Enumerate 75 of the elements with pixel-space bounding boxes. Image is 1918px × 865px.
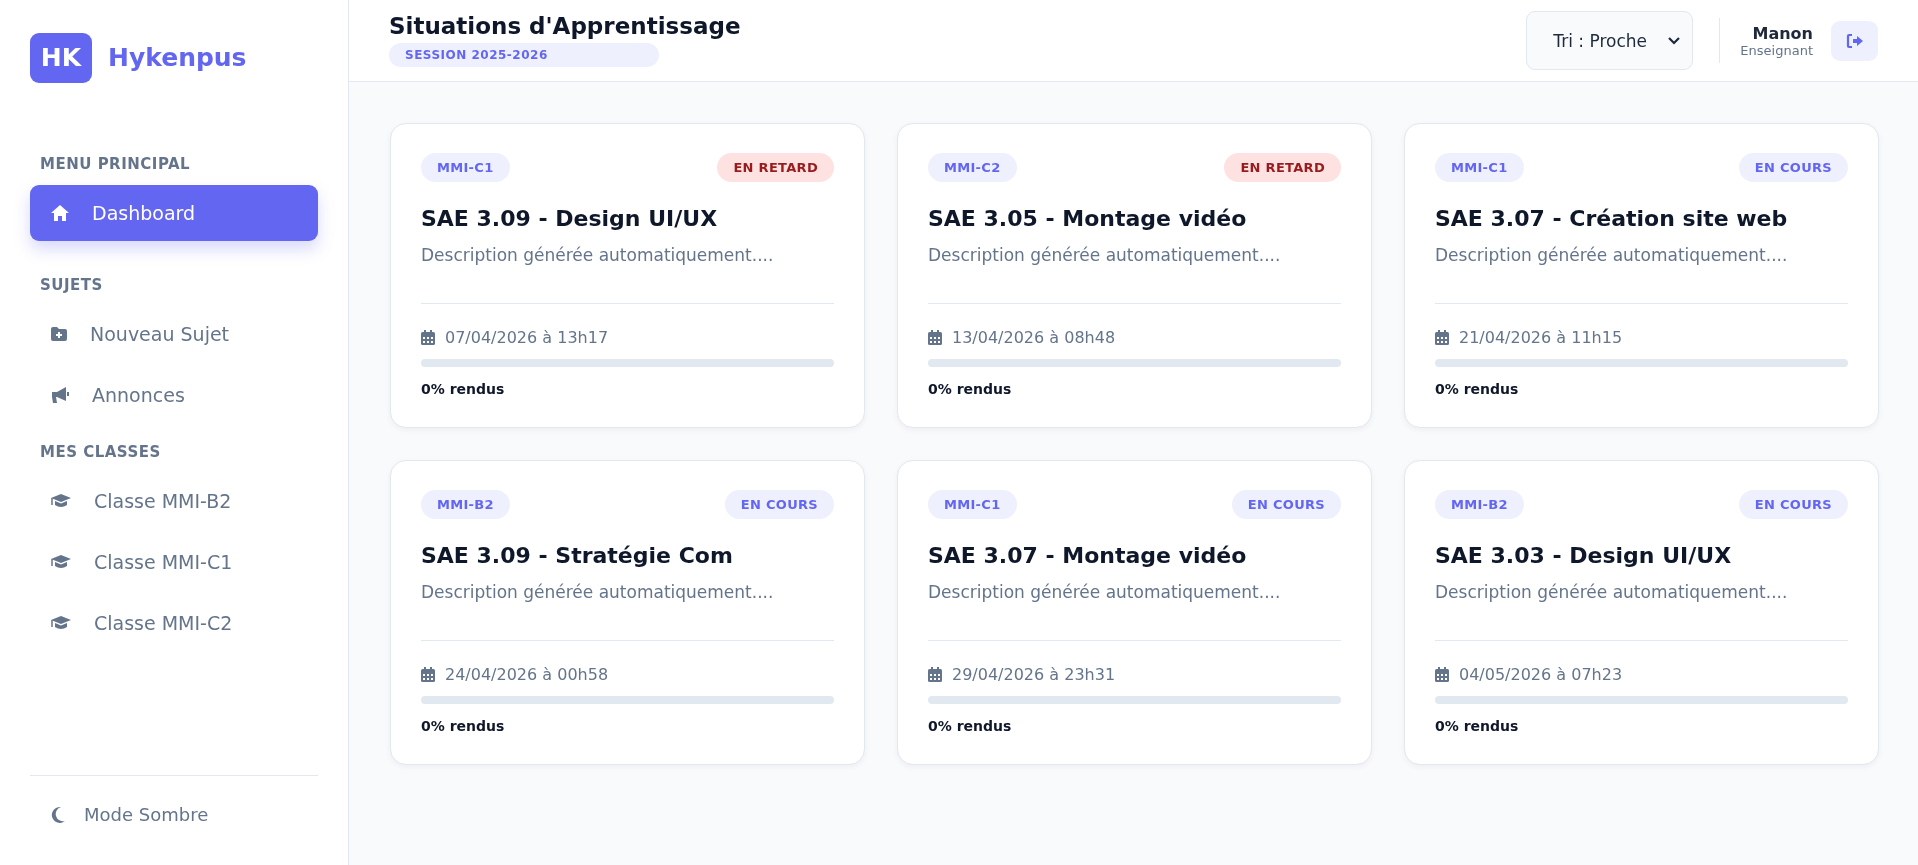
class-badge: MMI-B2 [421,490,510,519]
card-title: SAE 3.03 - Design UI/UX [1435,543,1733,568]
card-description: Description générée automatiquement.... [421,582,775,602]
home-icon [50,204,70,222]
submission-rate: 0% rendus [928,718,1013,734]
section-heading: MENU PRINCIPAL [40,155,192,173]
card-title: SAE 3.07 - Montage vidéo [928,543,1248,568]
section-heading: MES CLASSES [40,443,162,461]
assignment-card[interactable]: MMI-C1 EN COURS SAE 3.07 - Montage vidéo Description générée automatiquement.... 29/04/2026 à 23h31 0% rendus [897,460,1372,765]
submission-rate: 0% rendus [928,381,1013,397]
calendar-icon [1435,667,1449,682]
card-description: Description générée automatiquement.... [1435,245,1789,265]
due-date: 04/05/2026 à 07h23 [1459,665,1623,684]
card-description: Description générée automatiquement.... [928,245,1282,265]
due-date: 13/04/2026 à 08h48 [952,328,1116,347]
submission-rate: 0% rendus [421,718,506,734]
logout-button[interactable] [1831,20,1878,61]
status-badge: EN COURS [724,490,834,519]
dark-mode-toggle[interactable]: Mode Sombre [30,775,318,865]
class-badge: MMI-B2 [1435,490,1524,519]
nav-item[interactable]: Nouveau Sujet [30,306,318,362]
card-description: Description générée automatiquement.... [928,582,1282,602]
class-badge: MMI-C2 [928,153,1017,182]
nav-item[interactable]: Dashboard [30,185,318,241]
moon-icon [50,805,66,824]
user-name: Manon [1752,23,1813,43]
page-title: Situations d'Apprentissage [389,12,741,39]
graduation-cap-icon [50,615,72,631]
status-badge: EN RETARD [1224,153,1341,182]
card-description: Description générée automatiquement.... [1435,582,1789,602]
megaphone-icon [50,386,70,404]
nav-item[interactable]: Classe MMI-C2 [30,595,318,651]
calendar-icon [421,330,435,345]
nav-item[interactable]: Classe MMI-B2 [30,473,318,529]
submission-rate: 0% rendus [1435,381,1520,397]
submission-rate: 0% rendus [421,381,506,397]
status-badge: EN RETARD [717,153,834,182]
calendar-icon [928,330,942,345]
nav-item[interactable]: Annonces [30,367,318,423]
brand-logo: HK [30,32,92,83]
assignment-card[interactable]: MMI-B2 EN COURS SAE 3.09 - Stratégie Com Description générée automatiquement.... 24/04/2026 à 00h58 0% rendus [390,460,865,765]
calendar-icon [421,667,435,682]
brand-name: Hykenpus [108,43,247,72]
class-badge: MMI-C1 [1435,153,1524,182]
card-description: Description générée automatiquement.... [421,245,775,265]
assignment-card[interactable]: MMI-C1 EN RETARD SAE 3.09 - Design UI/UX Description générée automatiquement.... 07/04/2026 à 13h17 0% rendus [390,123,865,428]
class-badge: MMI-C1 [421,153,510,182]
sort-dropdown[interactable]: Tri : Proche [1526,11,1694,70]
logout-icon [1845,32,1864,49]
class-badge: MMI-C1 [928,490,1017,519]
status-badge: EN COURS [1231,490,1341,519]
due-date: 07/04/2026 à 13h17 [445,328,609,347]
status-badge: EN COURS [1738,490,1848,519]
card-title: SAE 3.07 - Création site web [1435,206,1789,231]
assignment-card[interactable]: MMI-B2 EN COURS SAE 3.03 - Design UI/UX Description générée automatiquement.... 04/05/2026 à 07h23 0% rendus [1404,460,1879,765]
assignment-card[interactable]: MMI-C2 EN RETARD SAE 3.05 - Montage vidéo Description générée automatiquement.... 13/04/2026 à 08h48 0% rendus [897,123,1372,428]
user-role: Enseignant [1740,42,1813,58]
card-title: SAE 3.05 - Montage vidéo [928,206,1248,231]
calendar-icon [928,667,942,682]
graduation-cap-icon [50,554,72,570]
card-title: SAE 3.09 - Stratégie Com [421,543,734,568]
nav-item[interactable]: Classe MMI-C1 [30,534,318,590]
assignment-card[interactable]: MMI-C1 EN COURS SAE 3.07 - Création site web Description générée automatiquement.... 21/04/2026 à 11h15 0% rendus [1404,123,1879,428]
graduation-cap-icon [50,493,72,509]
chevron-down-icon [1668,36,1681,45]
card-title: SAE 3.09 - Design UI/UX [421,206,719,231]
submission-rate: 0% rendus [1435,718,1520,734]
due-date: 29/04/2026 à 23h31 [952,665,1116,684]
status-badge: EN COURS [1738,153,1848,182]
folder-plus-icon [50,326,68,342]
section-heading: SUJETS [40,276,104,294]
due-date: 21/04/2026 à 11h15 [1459,328,1623,347]
calendar-icon [1435,330,1449,345]
due-date: 24/04/2026 à 00h58 [445,665,609,684]
session-badge: SESSION 2025-2026 [389,42,659,67]
